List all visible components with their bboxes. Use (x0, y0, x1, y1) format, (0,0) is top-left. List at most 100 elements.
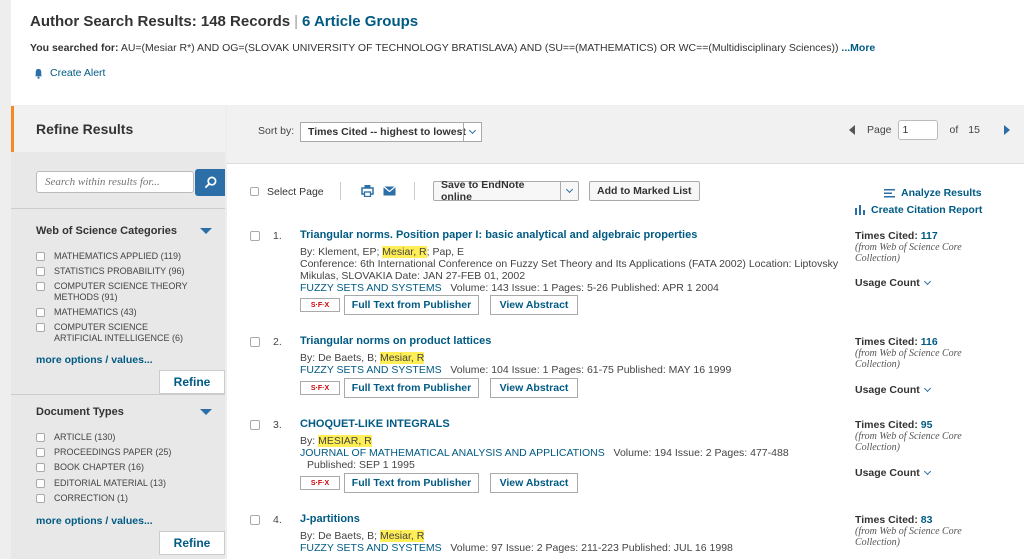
facet-item[interactable]: ARTICLE (130) (36, 432, 115, 443)
chevron-down-icon (463, 123, 481, 141)
times-cited: Times Cited: 95 (855, 419, 933, 431)
more-options-link[interactable]: more options / values... (36, 354, 153, 366)
times-cited-value[interactable]: 83 (921, 514, 933, 526)
sfx-button[interactable]: S·F·X (300, 476, 340, 490)
refine-button[interactable]: Refine (159, 531, 225, 555)
facet-item[interactable]: MATHEMATICS (43) (36, 307, 137, 318)
record-conference: Mikulas, SLOVAKIA Date: JAN 27-FEB 01, 2… (300, 270, 526, 282)
checkbox[interactable] (36, 479, 45, 488)
full-text-button[interactable]: Full Text from Publisher (344, 473, 479, 493)
facet-item[interactable]: COMPUTER SCIENCE THEORY METHODS (91) (36, 281, 206, 303)
of-label: of (949, 124, 959, 136)
record-title-link[interactable]: Triangular norms on product lattices (300, 335, 491, 347)
more-options-link[interactable]: more options / values... (36, 515, 153, 527)
checkbox[interactable] (36, 267, 45, 276)
facet-title-categories[interactable]: Web of Science Categories (36, 225, 177, 237)
facet-title-document-types[interactable]: Document Types (36, 406, 124, 418)
searched-for-label: You searched for: (30, 42, 119, 54)
record-title-link[interactable]: J-partitions (300, 513, 360, 525)
sfx-button[interactable]: S·F·X (300, 298, 340, 312)
usage-count-toggle[interactable]: Usage Count (855, 277, 931, 289)
record-title-link[interactable]: Triangular norms. Position paper I: basi… (300, 229, 697, 241)
collapse-triangle-icon[interactable] (200, 228, 212, 234)
usage-count-toggle[interactable]: Usage Count (855, 467, 931, 479)
toolbar-divider (340, 182, 341, 200)
checkbox[interactable] (36, 448, 45, 457)
core-collection-note: (from Web of Science Core Collection) (855, 431, 962, 453)
record-title-link[interactable]: CHOQUET-LIKE INTEGRALS (300, 418, 450, 430)
facet-item[interactable]: BOOK CHAPTER (16) (36, 462, 144, 473)
source-link[interactable]: FUZZY SETS AND SYSTEMS (300, 364, 442, 376)
record-checkbox[interactable] (250, 515, 260, 525)
record-checkbox[interactable] (250, 231, 260, 241)
chevron-down-icon[interactable] (560, 182, 578, 200)
checkbox[interactable] (36, 323, 45, 332)
times-cited-value[interactable]: 116 (921, 336, 938, 348)
times-cited-value[interactable]: 95 (921, 419, 933, 431)
record-checkbox[interactable] (250, 337, 260, 347)
bar-chart-icon (855, 205, 865, 215)
full-text-button[interactable]: Full Text from Publisher (344, 378, 479, 398)
facet-item[interactable]: EDITORIAL MATERIAL (13) (36, 478, 166, 489)
prev-page-icon[interactable] (849, 125, 855, 135)
record-published: Published: SEP 1 1995 (307, 459, 415, 471)
sort-label: Sort by: (258, 125, 295, 137)
core-collection-note: (from Web of Science Core Collection) (855, 348, 962, 370)
query-text: AU=(Mesiar R*) AND OG=(SLOVAK UNIVERSITY… (120, 42, 839, 54)
record-authors: By: Klement, EP; Mesiar, R; Pap, E (300, 246, 464, 258)
select-page-checkbox[interactable] (250, 187, 259, 196)
facet-item[interactable]: MATHEMATICS APPLIED (119) (36, 251, 181, 262)
search-within-button[interactable] (195, 169, 225, 196)
checkbox[interactable] (36, 494, 45, 503)
create-alert-link[interactable]: Create Alert (33, 67, 105, 79)
view-abstract-button[interactable]: View Abstract (490, 295, 578, 315)
analyze-icon (884, 189, 895, 198)
checkbox[interactable] (36, 252, 45, 261)
source-link[interactable]: JOURNAL OF MATHEMATICAL ANALYSIS AND APP… (300, 447, 605, 459)
collapse-triangle-icon[interactable] (200, 409, 212, 415)
add-marked-list-button[interactable]: Add to Marked List (589, 181, 700, 201)
facet-item[interactable]: COMPUTER SCIENCE ARTIFICIAL INTELLIGENCE… (36, 322, 196, 344)
record-number: 4. (273, 514, 282, 526)
chevron-down-icon (923, 467, 931, 476)
save-endnote-button[interactable]: Save to EndNote online (433, 179, 579, 203)
email-icon[interactable] (383, 186, 396, 196)
checkbox[interactable] (36, 282, 45, 291)
page-number-input[interactable] (897, 120, 938, 140)
record-checkbox[interactable] (250, 420, 260, 430)
refine-header: Refine Results (11, 106, 225, 152)
facet-item[interactable]: CORRECTION (1) (36, 493, 128, 504)
view-abstract-button[interactable]: View Abstract (490, 378, 578, 398)
next-page-icon[interactable] (1003, 125, 1010, 135)
times-cited: Times Cited: 117 (855, 230, 938, 242)
record-source: FUZZY SETS AND SYSTEMS Volume: 143 Issue… (300, 282, 719, 294)
select-page[interactable]: Select Page (250, 186, 324, 198)
checkbox[interactable] (36, 308, 45, 317)
article-groups-link[interactable]: 6 Article Groups (302, 13, 418, 30)
sort-select[interactable]: Times Cited -- highest to lowest (300, 122, 482, 142)
sfx-button[interactable]: S·F·X (300, 381, 340, 395)
record-number: 3. (273, 419, 282, 431)
search-within-input[interactable] (36, 171, 194, 193)
facet-divider (11, 394, 225, 395)
checkbox[interactable] (36, 463, 45, 472)
pagination: Page of 15 (849, 120, 1010, 140)
search-header: Author Search Results: 148 Records | 6 Art… (11, 0, 1024, 105)
refine-button[interactable]: Refine (159, 370, 225, 394)
checkbox[interactable] (36, 433, 45, 442)
times-cited-value[interactable]: 117 (921, 230, 938, 242)
search-icon (204, 176, 216, 189)
query-more-link[interactable]: ...More (841, 42, 875, 54)
full-text-button[interactable]: Full Text from Publisher (344, 295, 479, 315)
results-panel: Sort by: Times Cited -- highest to lowes… (227, 106, 1024, 559)
print-icon[interactable] (361, 184, 374, 197)
facet-item[interactable]: STATISTICS PROBABILITY (96) (36, 266, 185, 277)
view-abstract-button[interactable]: View Abstract (490, 473, 578, 493)
usage-count-toggle[interactable]: Usage Count (855, 384, 931, 396)
analyze-results-link[interactable]: Analyze Results (884, 187, 982, 199)
facet-item[interactable]: PROCEEDINGS PAPER (25) (36, 447, 171, 458)
source-link[interactable]: FUZZY SETS AND SYSTEMS (300, 282, 442, 294)
citation-report-link[interactable]: Create Citation Report (855, 204, 982, 216)
source-link[interactable]: FUZZY SETS AND SYSTEMS (300, 542, 442, 554)
sort-bar: Sort by: Times Cited -- highest to lowes… (227, 106, 1024, 164)
